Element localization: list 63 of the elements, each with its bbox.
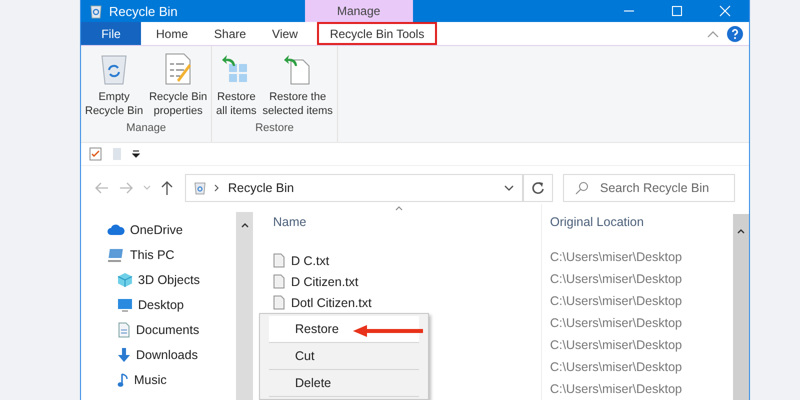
recycle-bin-icon	[89, 3, 103, 19]
close-icon[interactable]	[719, 5, 731, 17]
window-title: Recycle Bin	[109, 4, 178, 18]
dropdown-icon[interactable]	[132, 150, 140, 158]
text-file-icon	[273, 274, 285, 289]
nav-item[interactable]: Documents	[107, 320, 236, 339]
ribbon-tab[interactable]: File	[81, 22, 141, 45]
address-path: Recycle Bin	[228, 181, 294, 195]
nav-item[interactable]: Downloads	[107, 345, 236, 364]
computer-icon	[107, 248, 125, 262]
ribbon-button[interactable]: Restore the selected items	[260, 50, 335, 120]
ribbon-tab[interactable]: Recycle Bin Tools	[316, 22, 438, 45]
text-file-icon	[273, 253, 285, 268]
nav-item[interactable]: 3D Objects	[107, 270, 236, 289]
context-tab-header: Manage	[304, 0, 413, 22]
nav-item[interactable]: This PC	[107, 245, 236, 264]
up-arrow-icon[interactable]	[161, 180, 173, 196]
address-bar[interactable]: Recycle Bin	[185, 174, 523, 202]
table-cell-text: C:\Users\miser\Desktop	[550, 271, 683, 288]
music-note-icon	[117, 372, 129, 388]
recycle-bin-icon	[194, 181, 206, 195]
refresh-icon	[531, 181, 545, 195]
ribbon-button[interactable]: Restore all items	[214, 50, 258, 120]
search-field[interactable]: Search Recycle Bin	[563, 174, 735, 202]
table-cell-text: C:\Users\miser\Desktop	[550, 249, 683, 266]
table-cell-text: C:\Users\miser\Desktop	[550, 293, 683, 310]
file-row[interactable]: D Citizen.txt	[273, 271, 541, 292]
scroll-up-icon[interactable]	[737, 228, 745, 234]
checklist-icon[interactable]	[89, 147, 102, 161]
monitor-icon	[117, 298, 133, 312]
text-file-icon	[273, 295, 285, 310]
cloud-icon	[107, 224, 125, 236]
column-header[interactable]: Original Location	[550, 214, 733, 236]
ribbon-button[interactable]: Empty Recycle Bin	[83, 50, 146, 120]
ribbon-button[interactable]: Recycle Bin properties	[147, 50, 210, 120]
file-row[interactable]: D C.txt	[273, 250, 541, 271]
search-icon	[575, 181, 589, 195]
help-icon[interactable]	[727, 26, 743, 42]
ribbon-group-label: Restore	[255, 122, 294, 134]
sort-caret-icon	[395, 206, 403, 211]
document-icon	[117, 322, 131, 338]
table-cell-text: C:\Users\miser\Desktop	[550, 315, 683, 332]
refresh-button[interactable]	[523, 174, 553, 202]
nav-item[interactable]: OneDrive	[107, 220, 236, 239]
file-row[interactable]: Dotl Citizen.txt	[273, 292, 541, 313]
table-cell-text: C:\Users\miser\Desktop	[550, 359, 683, 376]
properties-sheet-icon	[163, 52, 194, 86]
scroll-up-icon[interactable]	[240, 222, 248, 228]
nav-item[interactable]: Desktop	[107, 295, 236, 314]
table-cell-text: C:\Users\miser\Desktop	[550, 337, 683, 354]
nav-item[interactable]: Music	[107, 370, 236, 389]
cube-icon	[117, 272, 133, 288]
column-header[interactable]: Name	[273, 214, 541, 240]
menu-item[interactable]: Delete	[269, 370, 419, 396]
download-arrow-icon	[117, 346, 131, 362]
chevron-right-icon	[214, 184, 220, 192]
menu-item[interactable]: Restore	[269, 316, 419, 342]
ribbon-group-label: Manage	[126, 122, 166, 134]
table-cell-text: C:\Users\miser\Desktop	[550, 381, 683, 398]
maximize-icon[interactable]	[671, 5, 683, 17]
collapse-ribbon-icon[interactable]	[707, 30, 719, 38]
chevron-down-icon[interactable]	[504, 185, 514, 191]
menu-item[interactable]: Cut	[269, 343, 419, 369]
